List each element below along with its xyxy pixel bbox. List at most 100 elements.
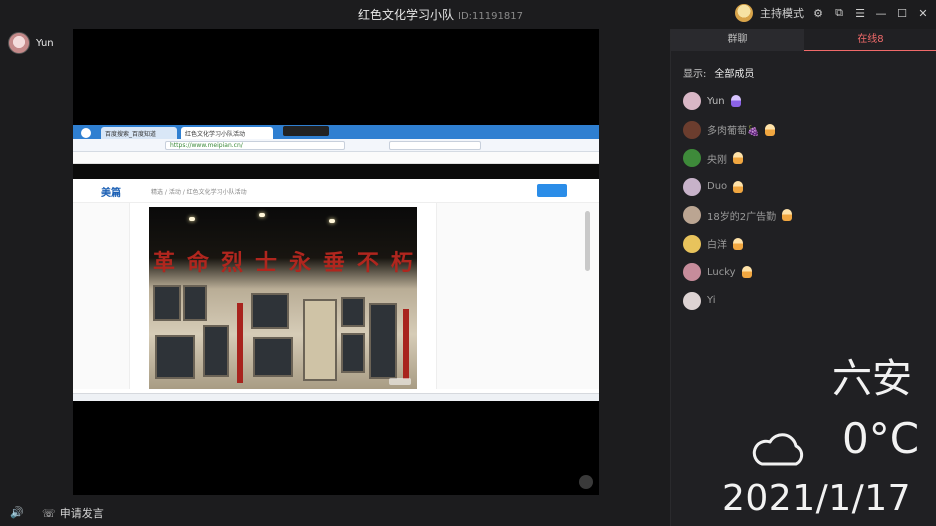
- site-logo: 美篇: [101, 188, 121, 199]
- weather-temperature: 0°C: [842, 414, 920, 463]
- close-icon[interactable]: ✕: [916, 6, 930, 20]
- list-item[interactable]: Duo: [683, 173, 923, 202]
- exhibit-frame: [155, 335, 195, 379]
- banner-char: 垂: [322, 250, 345, 276]
- member-name: 央刚: [707, 154, 727, 166]
- member-list: Yun 多肉葡萄🍇 央刚 Duo 18岁的2广告勤 白洋 Lucky Yi: [683, 87, 923, 315]
- avatar: [683, 120, 701, 139]
- ceiling-light: [329, 219, 335, 223]
- site-nav-bar: [73, 164, 599, 179]
- member-name: 多肉葡萄🍇: [707, 126, 760, 138]
- host-avatar[interactable]: [8, 32, 30, 54]
- browser-favorites-bar: [73, 152, 599, 164]
- member-name: Yi: [707, 295, 716, 307]
- settings-icon[interactable]: ⚙: [811, 6, 825, 20]
- banner-char: 烈: [220, 250, 243, 276]
- filter-label: 显示:: [683, 69, 707, 80]
- watermark: [389, 378, 411, 385]
- member-name: Duo: [707, 181, 728, 193]
- avatar: [683, 206, 701, 225]
- maximize-icon[interactable]: ☐: [895, 6, 909, 20]
- apply-mic-label: 申请发言: [59, 507, 104, 520]
- red-scroll: [237, 303, 243, 383]
- exhibit-frame: [369, 303, 397, 379]
- room-id: ID:11191817: [458, 11, 523, 22]
- browser-tab-bar: 百度搜索_百度知道 红色文化学习小队活动: [73, 125, 599, 140]
- banner-char: 不: [356, 250, 379, 276]
- speaker-icon[interactable]: 🔊: [10, 507, 24, 519]
- weather-date: 2021/1/17: [722, 478, 912, 519]
- site-content: 革 命 烈 士 永 垂 不 朽: [73, 203, 599, 389]
- exhibit-frame: [203, 325, 229, 377]
- title-bar: 红色文化学习小队 ID:11191817 主持模式 ⚙ ⧉ ☰ — ☐ ✕: [0, 0, 936, 28]
- list-item[interactable]: 白洋: [683, 230, 923, 259]
- list-item[interactable]: 18岁的2广告勤: [683, 201, 923, 230]
- member-name: 18岁的2广告勤: [707, 211, 777, 223]
- member-badge-icon: [733, 152, 743, 165]
- avatar: [683, 263, 701, 282]
- member-name: Lucky: [707, 266, 736, 278]
- member-name: Yun: [707, 95, 725, 107]
- list-item[interactable]: Yi: [683, 287, 923, 316]
- site-write-button: [537, 184, 567, 197]
- page-scrollbar: [585, 211, 590, 271]
- filter-value[interactable]: 全部成员: [714, 69, 754, 80]
- banner-char: 永: [288, 250, 311, 276]
- shared-browser: 百度搜索_百度知道 红色文化学习小队活动 https://www.meipian…: [73, 125, 599, 401]
- member-filter[interactable]: 显示: 全部成员: [683, 65, 754, 80]
- browser-search: [389, 141, 481, 150]
- banner-char: 命: [186, 250, 209, 276]
- exhibit-frame: [251, 293, 289, 329]
- avatar: [683, 92, 701, 111]
- browser-address-bar: https://www.meipian.cn/: [73, 139, 599, 152]
- host-badge-icon: [730, 95, 741, 108]
- panel-tabs: 群聊 在线8: [671, 29, 936, 51]
- exhibit-frame: [183, 285, 207, 321]
- minimize-icon[interactable]: —: [874, 6, 888, 20]
- avatar: [683, 149, 701, 168]
- browser-badge: [283, 126, 329, 136]
- site-header: 美篇 精选 / 活动 / 红色文化学习小队活动: [73, 179, 599, 203]
- member-badge-icon: [733, 237, 743, 250]
- site-breadcrumb: 精选 / 活动 / 红色文化学习小队活动: [151, 189, 247, 196]
- browser-tab-active: 红色文化学习小队活动: [181, 127, 273, 139]
- app-window: 红色文化学习小队 ID:11191817 主持模式 ⚙ ⧉ ☰ — ☐ ✕ Yun…: [0, 0, 936, 526]
- memorial-photo: 革 命 烈 士 永 垂 不 朽: [149, 207, 417, 389]
- photo-banner: 革 命 烈 士 永 垂 不 朽: [149, 245, 417, 277]
- mode-label[interactable]: 主持模式: [760, 5, 804, 21]
- list-item[interactable]: 多肉葡萄🍇: [683, 116, 923, 145]
- browser-logo-icon: [79, 126, 93, 140]
- browser-url: https://www.meipian.cn/: [165, 141, 345, 150]
- popout-icon[interactable]: ⧉: [832, 6, 846, 20]
- exhibit-frame: [341, 297, 365, 327]
- banner-char: 士: [254, 250, 277, 276]
- exhibit-frame: [303, 299, 337, 381]
- host-name: Yun: [36, 37, 54, 49]
- exhibit-frame: [253, 337, 293, 377]
- member-badge-icon: [733, 180, 744, 193]
- avatar: [683, 234, 701, 253]
- room-title: 红色文化学习小队 ID:11191817: [358, 6, 523, 23]
- user-avatar[interactable]: [735, 4, 753, 22]
- list-item[interactable]: Yun: [683, 87, 923, 116]
- menu-icon[interactable]: ☰: [853, 6, 867, 20]
- weather-city: 六安: [832, 356, 912, 402]
- member-badge-icon: [741, 266, 752, 279]
- stage-mic-icon[interactable]: [579, 475, 593, 489]
- banner-char: 朽: [390, 250, 413, 276]
- shared-screen-stage[interactable]: 百度搜索_百度知道 红色文化学习小队活动 https://www.meipian…: [73, 29, 599, 495]
- ceiling-light: [259, 213, 265, 217]
- title-controls: 主持模式 ⚙ ⧉ ☰ — ☐ ✕: [735, 4, 930, 22]
- tab-group-chat[interactable]: 群聊: [671, 29, 804, 51]
- banner-char: 革: [153, 250, 176, 276]
- browser-tab: 百度搜索_百度知道: [101, 127, 177, 139]
- apply-mic-button[interactable]: ☏ 申请发言: [42, 505, 104, 521]
- list-item[interactable]: Lucky: [683, 258, 923, 287]
- tab-online[interactable]: 在线8: [804, 29, 936, 51]
- member-badge-icon: [782, 209, 793, 222]
- exhibit-frame: [153, 285, 181, 321]
- exhibit-frame: [341, 333, 365, 373]
- list-item[interactable]: 央刚: [683, 144, 923, 173]
- red-scroll: [403, 309, 409, 379]
- browser-status-bar: [73, 393, 599, 401]
